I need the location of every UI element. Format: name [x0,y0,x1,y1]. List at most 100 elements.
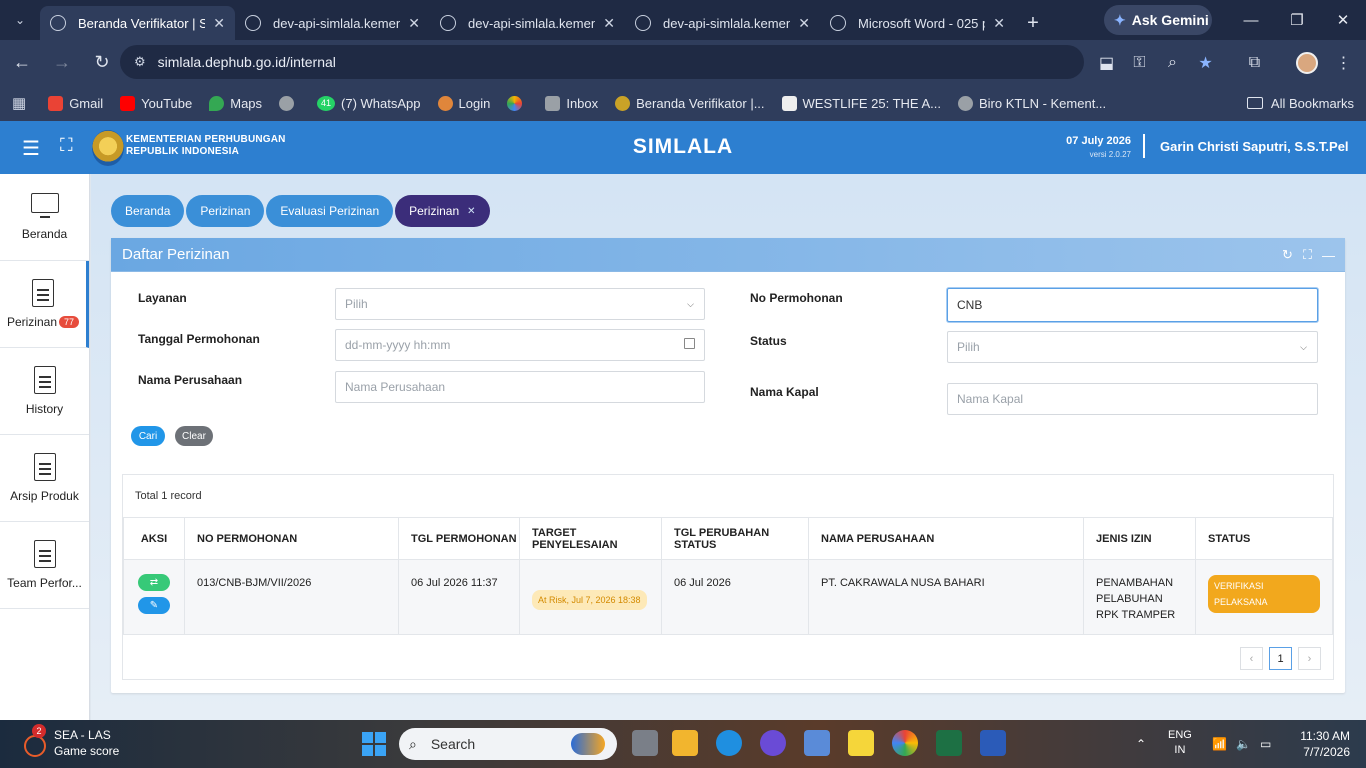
bookmark-gmail[interactable]: Gmail [48,95,103,111]
sidebar-item-beranda[interactable]: Beranda [0,174,89,261]
close-tab-icon[interactable]: ✕ [213,15,225,32]
excel-icon[interactable] [936,730,962,756]
windows-start-icon[interactable] [362,732,386,756]
no-permohonan-field[interactable] [957,298,1317,312]
transfer-arrows-icon[interactable]: ⇄ [138,574,170,591]
refresh-icon[interactable]: ↻ [1282,247,1293,263]
status-select[interactable]: Pilih ⌵ [947,331,1318,363]
nama-perusahaan-input[interactable]: Nama Perusahaan [335,371,705,403]
browser-tab-1[interactable]: Beranda Verifikator | Si ✕ [40,6,235,40]
tanggal-permohonan-input[interactable]: dd-mm-yyyy hh:mm [335,329,705,361]
bookmark-youtube[interactable]: YouTube [120,95,192,111]
task-view-icon[interactable] [632,730,658,756]
sticky-notes-icon[interactable] [848,730,874,756]
breadcrumb-evaluasi-perizinan[interactable]: Evaluasi Perizinan [266,195,394,227]
breadcrumb-perizinan[interactable]: Perizinan [186,195,265,227]
minimize-window-button[interactable]: — [1228,0,1274,40]
address-bar-row: ← → ↻ ⚙ simlala.dephub.go.id/internal ⬓ … [0,40,1366,85]
minimize-icon[interactable]: — [1322,248,1335,263]
sidebar-item-team-performance[interactable]: Team Perfor... [0,522,89,609]
table-row: ⇄ ✎ 013/CNB-BJM/VII/2026 06 Jul 2026 11:… [123,559,1333,635]
back-button[interactable]: ← [4,45,40,81]
close-icon[interactable]: ✕ [467,206,475,217]
tab-search-chevron-icon[interactable]: ⌄ [0,0,40,40]
nama-kapal-input[interactable]: Nama Kapal [947,383,1318,415]
breadcrumb: Beranda Perizinan Evaluasi Perizinan Per… [111,195,492,227]
bookmark-inbox[interactable]: Inbox [545,95,598,111]
news-widget[interactable]: 2 SEA - LAS Game score [24,724,119,759]
show-hidden-icons[interactable]: ⌃ [1136,720,1146,768]
restore-window-button[interactable]: ❐ [1274,0,1320,40]
all-bookmarks-button[interactable]: All Bookmarks [1246,85,1354,121]
edit-icon[interactable]: ✎ [138,597,170,614]
column-header: STATUS [1195,517,1333,560]
bookmark-pinwheel[interactable] [507,95,528,111]
url-bar[interactable]: ⚙ simlala.dephub.go.id/internal [120,45,1084,79]
sidebar-item-arsip-produk[interactable]: Arsip Produk [0,435,89,522]
bookmark-biro-ktln[interactable]: Biro KTLN - Kement... [958,95,1106,111]
globe-icon [279,95,295,111]
new-tab-button[interactable]: + [1015,6,1051,40]
widget-text: SEA - LAS Game score [54,727,119,759]
sidebar-item-perizinan[interactable]: Perizinan 77 [0,261,89,348]
zoom-icon[interactable]: ⌕ [1156,54,1189,72]
bookmark-whatsapp[interactable]: 41 (7) WhatsApp [317,95,421,111]
cari-button[interactable]: Cari [131,426,165,446]
ministry-logo-icon [615,95,631,111]
browser-tab-3[interactable]: dev-api-simlala.kemenh ✕ [430,6,625,40]
close-tab-icon[interactable]: ✕ [993,15,1005,32]
bookmark-login[interactable]: Login [437,95,490,111]
prev-page-button[interactable]: ‹ [1240,647,1263,670]
browser-tab-4[interactable]: dev-api-simlala.kemenh ✕ [625,6,820,40]
wifi-icon[interactable]: 📶 [1212,720,1227,768]
chrome-icon[interactable] [892,730,918,756]
volume-icon[interactable]: 🔈 [1236,720,1251,768]
language-indicator[interactable]: ENG IN [1168,728,1192,758]
bookmark-globe[interactable] [279,95,300,111]
breadcrumb-perizinan-active[interactable]: Perizinan ✕ [395,195,490,227]
page-number[interactable]: 1 [1269,647,1292,670]
system-clock[interactable]: 11:30 AM 7/7/2026 [1300,728,1350,760]
forward-button[interactable]: → [44,45,80,81]
close-window-button[interactable]: ✕ [1320,0,1366,40]
close-tab-icon[interactable]: ✕ [603,15,615,32]
sidebar-label-row: Perizinan 77 [7,315,80,329]
user-name[interactable]: Garin Christi Saputri, S.S.T.Pel [1160,139,1349,154]
ask-gemini-button[interactable]: ✦ Ask Gemini [1104,5,1212,35]
close-tab-icon[interactable]: ✕ [798,15,810,32]
edge-icon[interactable] [716,730,742,756]
layanan-select[interactable]: Pilih ⌵ [335,288,705,320]
no-permohonan-input[interactable] [947,288,1318,322]
install-app-icon[interactable]: ⬓ [1090,53,1123,73]
reload-button[interactable]: ↻ [84,45,120,81]
close-tab-icon[interactable]: ✕ [408,15,420,32]
copilot-icon[interactable] [760,730,786,756]
breadcrumb-beranda[interactable]: Beranda [111,195,185,227]
apps-grid-icon[interactable]: ▦ [12,94,26,112]
extensions-puzzle-icon[interactable]: ⧉ [1238,54,1271,72]
browser-tab-2[interactable]: dev-api-simlala.kemenh ✕ [235,6,430,40]
bookmark-maps[interactable]: Maps [209,95,262,111]
kebab-menu-icon[interactable]: ⋮ [1327,53,1360,73]
battery-icon[interactable]: ▭ [1260,720,1271,768]
bookmark-westlife[interactable]: WESTLIFE 25: THE A... [781,95,941,111]
calendar-icon[interactable] [684,338,695,349]
profile-avatar[interactable] [1296,52,1318,74]
breadcrumb-label: Evaluasi Perizinan [280,204,380,218]
taskbar-search[interactable]: ⌕ Search [399,728,617,760]
clear-button[interactable]: Clear [175,426,213,446]
password-key-icon[interactable]: ⚿ [1123,54,1156,72]
file-explorer-icon[interactable] [672,730,698,756]
camera-app-icon[interactable] [804,730,830,756]
bookmark-beranda[interactable]: Beranda Verifikator |... [615,95,765,111]
bookmark-star-icon[interactable]: ★ [1189,53,1222,73]
next-page-button[interactable]: › [1298,647,1321,670]
status-placeholder: Pilih [957,340,980,354]
site-info-icon[interactable]: ⚙ [134,54,146,70]
sidebar-item-history[interactable]: History [0,348,89,435]
browser-tab-5[interactable]: Microsoft Word - 025 p ✕ [820,6,1015,40]
expand-icon[interactable]: ⛶ [1303,247,1312,263]
breadcrumb-label: Perizinan [200,204,251,218]
word-icon[interactable] [980,730,1006,756]
bookmark-label: (7) WhatsApp [341,95,421,111]
